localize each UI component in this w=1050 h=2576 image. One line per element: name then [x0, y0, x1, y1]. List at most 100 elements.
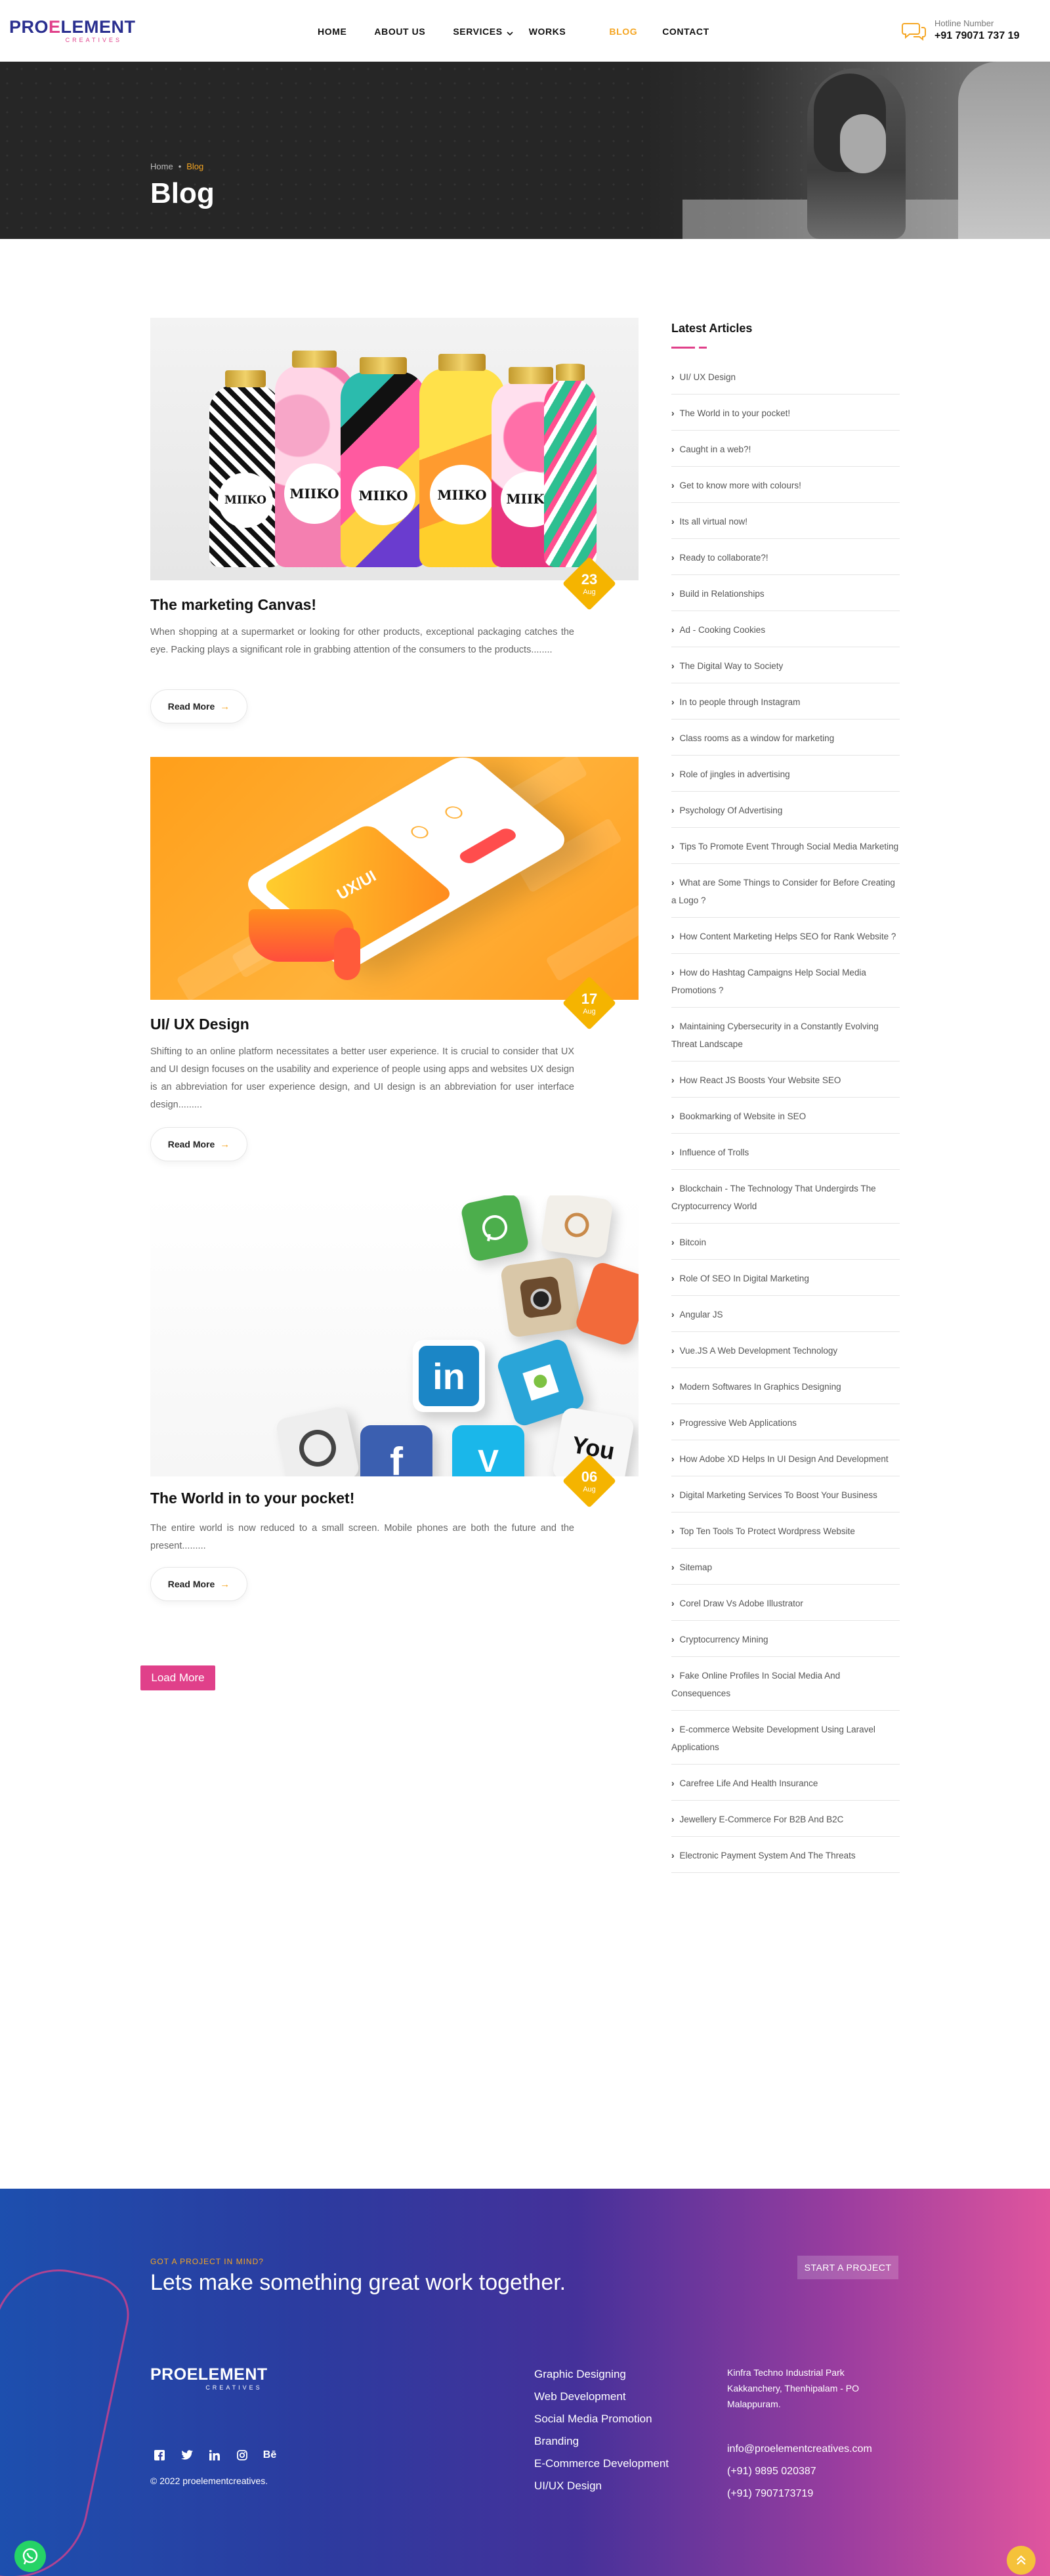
footer-email[interactable]: info@proelementcreatives.com [727, 2438, 872, 2460]
sidebar-article-link[interactable]: › In to people through Instagram [671, 683, 900, 719]
read-more-label: Read More [167, 1579, 215, 1589]
footer-service-link[interactable]: Web Development [534, 2386, 669, 2408]
chevron-right-icon: › [671, 1310, 675, 1320]
sidebar-article-link[interactable]: › Role Of SEO In Digital Marketing [671, 1260, 900, 1296]
chevron-right-icon: › [671, 1274, 675, 1283]
chevron-right-icon: › [671, 805, 675, 815]
sidebar-article-link[interactable]: › E-commerce Website Development Using La… [671, 1711, 900, 1765]
nav-about-us[interactable]: ABOUT US [374, 26, 425, 37]
footer-phone[interactable]: (+91) 9895 020387 [727, 2460, 872, 2483]
sidebar-article-link[interactable]: › Get to know more with colours! [671, 467, 900, 503]
sidebar-article-link[interactable]: › Influence of Trolls [671, 1134, 900, 1170]
sidebar-article-link[interactable]: › Class rooms as a window for marketing [671, 719, 900, 756]
main-nav: HOME ABOUT US SERVICES WORKS BLOG CONTAC… [318, 24, 709, 39]
decorative-swirl [0, 2257, 136, 2576]
sidebar-article-link[interactable]: › UI/ UX Design [671, 358, 900, 395]
sidebar-article-link[interactable]: › Corel Draw Vs Adobe Illustrator [671, 1585, 900, 1621]
read-more-button[interactable]: Read More → [150, 1127, 247, 1161]
sidebar-article-link[interactable]: › How React JS Boosts Your Website SEO [671, 1062, 900, 1098]
post-date-day: 23 [581, 571, 598, 588]
title-underline [671, 347, 695, 349]
load-more-button[interactable]: Load More [140, 1665, 215, 1690]
read-more-button[interactable]: Read More → [150, 1567, 247, 1601]
sidebar-article-title: What are Some Things to Consider for Bef… [671, 878, 895, 905]
chevron-right-icon: › [671, 1599, 675, 1608]
instagram-icon[interactable] [233, 2446, 251, 2464]
sidebar-article-link[interactable]: › The Digital Way to Society [671, 647, 900, 683]
post-image-bottles[interactable]: MIIKO MIIKO MIIKO MIIKO MIIKO [150, 318, 639, 580]
post-title[interactable]: UI/ UX Design [150, 1016, 249, 1033]
chevron-down-icon[interactable] [507, 28, 513, 36]
scroll-to-top-icon[interactable] [1007, 2546, 1036, 2575]
footer-phone[interactable]: (+91) 7907173719 [727, 2483, 872, 2505]
footer-service-link[interactable]: Social Media Promotion [534, 2408, 669, 2430]
whatsapp-icon[interactable] [14, 2541, 46, 2572]
linkedin-icon[interactable] [205, 2446, 224, 2464]
chevron-right-icon: › [671, 1184, 675, 1193]
sidebar-article-link[interactable]: › Cryptocurrency Mining [671, 1621, 900, 1657]
twitter-icon[interactable] [178, 2446, 196, 2464]
sidebar-article-link[interactable]: › Ad - Cooking Cookies [671, 611, 900, 647]
sidebar-article-link[interactable]: › Maintaining Cybersecurity in a Constant… [671, 1008, 900, 1062]
nav-services[interactable]: SERVICES [453, 26, 502, 37]
sidebar-article-link[interactable]: › Sitemap [671, 1549, 900, 1585]
sidebar-article-link[interactable]: › Digital Marketing Services To Boost You… [671, 1476, 900, 1513]
hotline-number[interactable]: +91 79071 737 19 [934, 30, 1019, 42]
sidebar-article-link[interactable]: › How do Hashtag Campaigns Help Social Me… [671, 954, 900, 1008]
sidebar-article-link[interactable]: › What are Some Things to Consider for Be… [671, 864, 900, 918]
logo-wordmark: PROELEMENT [9, 17, 136, 37]
sidebar-article-title: Psychology Of Advertising [679, 805, 783, 815]
chevron-right-icon: › [671, 932, 675, 941]
footer-service-link[interactable]: UI/UX Design [534, 2475, 669, 2497]
logo-tagline: CREATIVES [65, 37, 122, 43]
read-more-button[interactable]: Read More → [150, 689, 247, 723]
sidebar-article-link[interactable]: › Progressive Web Applications [671, 1404, 900, 1440]
chevron-right-icon: › [671, 1562, 675, 1572]
sidebar-article-link[interactable]: › How Content Marketing Helps SEO for Ran… [671, 918, 900, 954]
chevron-right-icon: › [671, 553, 675, 563]
nav-contact[interactable]: CONTACT [662, 26, 709, 37]
sidebar-article-link[interactable]: › The World in to your pocket! [671, 395, 900, 431]
footer-service-link[interactable]: E-Commerce Development [534, 2453, 669, 2475]
post-title[interactable]: The World in to your pocket! [150, 1490, 354, 1507]
sidebar-article-link[interactable]: › Bookmarking of Website in SEO [671, 1098, 900, 1134]
post-title[interactable]: The marketing Canvas! [150, 596, 316, 614]
sidebar-article-link[interactable]: › Modern Softwares In Graphics Designing [671, 1368, 900, 1404]
bottle-label: MIIKO [284, 463, 345, 524]
sidebar-article-link[interactable]: › Vue.JS A Web Development Technology [671, 1332, 900, 1368]
sidebar-article-link[interactable]: › Build in Relationships [671, 575, 900, 611]
start-project-button[interactable]: START A PROJECT [797, 2256, 898, 2279]
post-date-badge: 17 Aug [562, 976, 617, 1031]
nav-blog[interactable]: BLOG [609, 26, 637, 37]
behance-icon[interactable]: Bē [261, 2446, 279, 2464]
post-image-uiux[interactable]: UX/UI [150, 757, 639, 1000]
sidebar-article-link[interactable]: › Ready to collaborate?! [671, 539, 900, 575]
sidebar-article-link[interactable]: › Jewellery E-Commerce For B2B And B2C [671, 1801, 900, 1837]
sidebar-article-link[interactable]: › Role of jingles in advertising [671, 756, 900, 792]
chevron-right-icon: › [671, 408, 675, 418]
sidebar-article-link[interactable]: › Top Ten Tools To Protect Wordpress Webs… [671, 1513, 900, 1549]
site-logo[interactable]: PROELEMENT CREATIVES [9, 17, 136, 46]
sidebar-article-link[interactable]: › Carefree Life And Health Insurance [671, 1765, 900, 1801]
nav-works[interactable]: WORKS [529, 26, 566, 37]
footer-service-link[interactable]: Branding [534, 2430, 669, 2453]
sidebar-article-link[interactable]: › Bitcoin [671, 1224, 900, 1260]
sidebar-article-link[interactable]: › Blockchain - The Technology That Underg… [671, 1170, 900, 1224]
facebook-icon[interactable] [150, 2446, 169, 2464]
sidebar-article-link[interactable]: › Psychology Of Advertising [671, 792, 900, 828]
sidebar-article-link[interactable]: › Tips To Promote Event Through Social Me… [671, 828, 900, 864]
hotline[interactable]: Hotline Number +91 79071 737 19 [902, 18, 1040, 45]
sidebar-article-link[interactable]: › Its all virtual now! [671, 503, 900, 539]
footer-logo[interactable]: PROELEMENT CREATIVES [150, 2365, 268, 2391]
sidebar-article-link[interactable]: › How Adobe XD Helps In UI Design And Dev… [671, 1440, 900, 1476]
nav-home[interactable]: HOME [318, 26, 346, 37]
post-image-social[interactable]: in You f V [150, 1195, 639, 1476]
breadcrumb-home[interactable]: Home [150, 161, 173, 171]
chevron-right-icon: › [671, 1635, 675, 1644]
footer-service-link[interactable]: Graphic Designing [534, 2363, 669, 2386]
sidebar-article-link[interactable]: › Electronic Payment System And The Threa… [671, 1837, 900, 1873]
sidebar-article-link[interactable]: › Angular JS [671, 1296, 900, 1332]
sidebar-article-title: The World in to your pocket! [679, 408, 791, 418]
sidebar-article-link[interactable]: › Fake Online Profiles In Social Media An… [671, 1657, 900, 1711]
sidebar-article-link[interactable]: › Caught in a web?! [671, 431, 900, 467]
